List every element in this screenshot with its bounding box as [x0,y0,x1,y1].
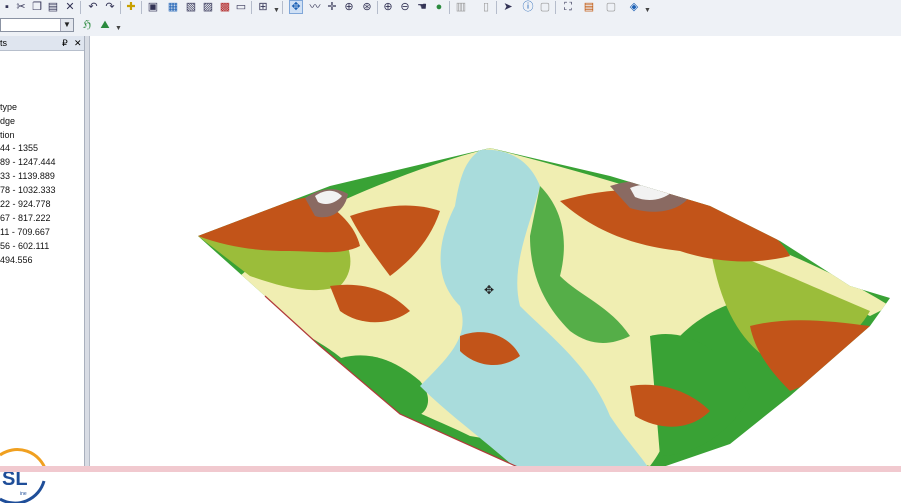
editor-icon[interactable]: ▣ [146,0,160,14]
table-of-contents-panel: ts ₽ ✕ type dge tion 44 - 1355 89 - 1247… [0,36,85,503]
zoom-out-icon[interactable]: ⊖ [398,0,412,14]
catalog-icon[interactable]: ▧ [184,0,198,14]
chevron-down-icon[interactable]: ▼ [644,6,651,15]
toc-header: ts ₽ ✕ [0,36,84,51]
python-window-icon[interactable]: ▭ [234,0,248,14]
model-builder-icon[interactable]: ⊞ [256,0,270,14]
scene-properties-icon[interactable]: ▤ [582,0,596,14]
navigate-cursor-icon: ✥ [483,283,495,297]
pan-hand-icon[interactable]: ☚ [415,0,429,14]
html-popup-icon[interactable]: ▢ [538,0,552,14]
steepest-path-icon[interactable]: ⛰ [98,18,112,32]
pin-icon[interactable]: ₽ [62,36,68,50]
toc-legend-item: 56 - 602.111 [0,241,50,251]
separator [141,1,142,14]
logo: SL ine [0,448,48,503]
toc-legend-item: dge [0,116,16,126]
paste-icon[interactable]: ▤ [46,0,60,14]
toc-legend-item: tion [0,130,15,140]
toc-legend-item: 494.556 [0,255,33,265]
delete-icon[interactable]: ✕ [63,0,77,14]
3d-effects-icon[interactable]: ◈ [627,0,641,14]
toc-legend-item: 78 - 1032.333 [0,185,56,195]
set-observer-icon[interactable]: ⊛ [360,0,374,14]
toc-legend-item: 44 - 1355 [0,143,39,153]
fly-icon[interactable]: 〰 [308,0,322,14]
toc-legend-item: 89 - 1247.444 [0,157,56,167]
separator [80,1,81,14]
redo-icon[interactable]: ↷ [103,0,117,14]
chevron-down-icon[interactable]: ▼ [115,24,122,33]
toolbar-row-standard: ▪ ✂ ❐ ▤ ✕ ↶ ↷ ✚ ▣ ▦ ▧ ▨ ▩ ▭ ⊞ ▼ ✥ 〰 ✛ ⊕ … [0,0,901,16]
terrain-3d-surface[interactable] [90,36,901,472]
scene-view[interactable]: ✥ [89,36,901,472]
separator [377,1,378,14]
search-window-icon[interactable]: ▨ [201,0,215,14]
separator [251,1,252,14]
separator [282,1,283,14]
logo-subtitle: ine [20,491,27,497]
layer-combobox[interactable]: ▼ [0,18,74,32]
undo-icon[interactable]: ↶ [86,0,100,14]
toc-title: ts [0,38,8,48]
zoom-in-icon[interactable]: ⊕ [381,0,395,14]
arctoolbox-icon[interactable]: ▩ [218,0,232,14]
full-extent-icon[interactable]: ● [432,0,446,14]
status-bar [0,466,901,472]
toc-legend-item: 11 - 709.667 [0,227,50,237]
save-icon[interactable]: ▪ [0,0,14,14]
copy-icon[interactable]: ❐ [30,0,44,14]
navigate-icon[interactable]: ✥ [289,0,303,14]
center-on-target-icon[interactable]: ✛ [325,0,339,14]
separator [120,1,121,14]
chevron-down-icon[interactable]: ▼ [60,19,73,31]
toc-legend-item: 67 - 817.222 [0,213,51,223]
toc-legend-item: 33 - 1139.889 [0,171,55,181]
interactive-shadow-icon[interactable]: ℌ [80,18,94,32]
toc-legend-item: 22 - 924.778 [0,199,51,209]
identify-icon[interactable]: ⓘ [521,0,535,14]
find-binoculars-icon[interactable]: ⛶ [561,0,575,14]
chevron-down-icon[interactable]: ▼ [273,6,280,15]
table-of-contents-icon[interactable]: ▦ [166,0,180,14]
add-data-icon[interactable]: ✚ [124,0,138,14]
separator [555,1,556,14]
separator [496,1,497,14]
separator [449,1,450,14]
print-icon[interactable]: ✂ [14,0,28,14]
toolbar-row-layers: ▼ ℌ ⛰ ▼ [0,17,901,35]
close-icon[interactable]: ✕ [74,36,82,50]
toc-legend-item: type [0,102,18,112]
zoom-to-target-icon[interactable]: ⊕ [342,0,356,14]
narrow-field-of-view-icon[interactable]: ▥ [454,0,468,14]
select-arrow-icon[interactable]: ➤ [501,0,515,14]
expand-field-of-view-icon[interactable]: ▯ [479,0,493,14]
toolbar: ▪ ✂ ❐ ▤ ✕ ↶ ↷ ✚ ▣ ▦ ▧ ▨ ▩ ▭ ⊞ ▼ ✥ 〰 ✛ ⊕ … [0,0,901,37]
animation-icon[interactable]: ▢ [604,0,618,14]
